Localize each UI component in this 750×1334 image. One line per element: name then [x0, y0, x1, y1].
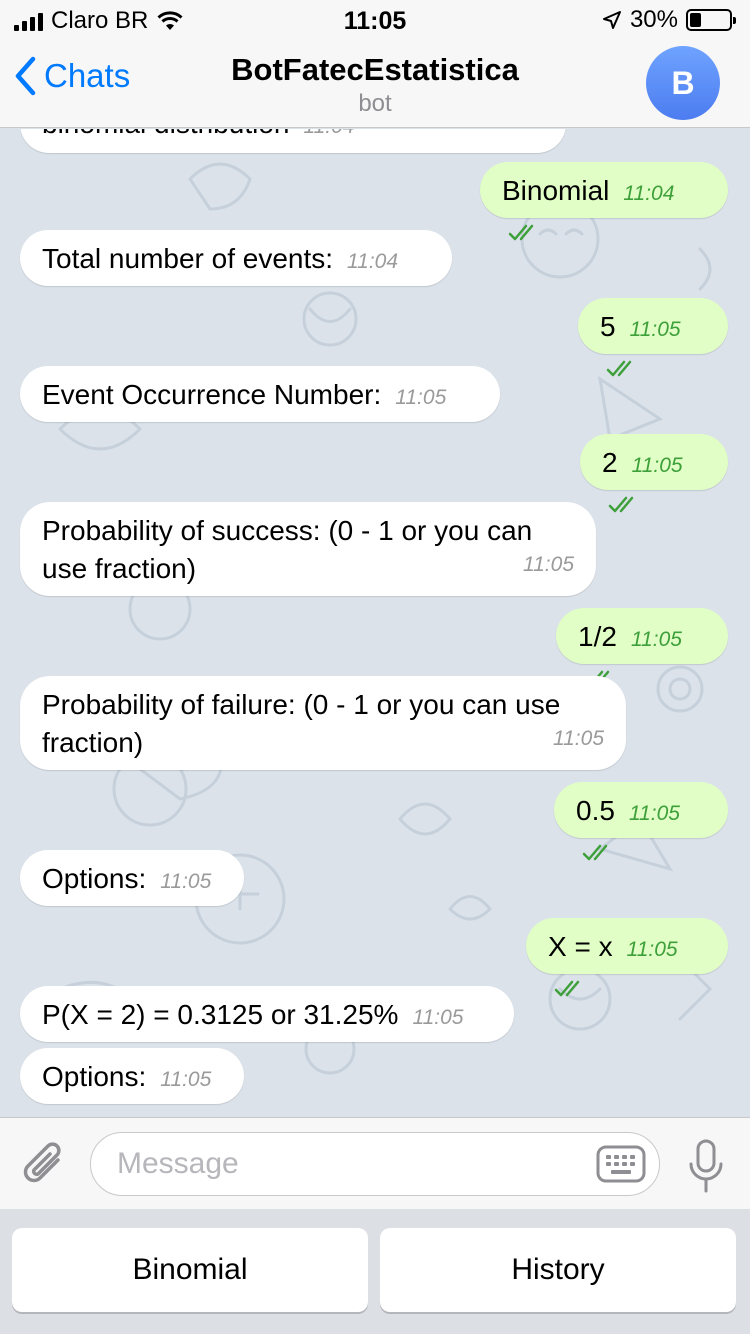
- message-text: Options:: [42, 863, 147, 894]
- nav-bar: Chats BotFatecEstatistica bot B: [0, 40, 750, 128]
- message-time: 11:04: [303, 129, 354, 138]
- message-time: 11:05: [160, 870, 212, 893]
- message-text-line2: use fraction): [42, 553, 197, 584]
- message-text: 5: [600, 311, 616, 342]
- message-text: Binomial: [502, 175, 610, 206]
- message-input-field[interactable]: [90, 1132, 660, 1196]
- location-arrow-icon: [602, 11, 621, 29]
- message-time: 11:05: [412, 1006, 464, 1029]
- double-check-icon: [508, 224, 534, 241]
- message-time: 11:05: [523, 553, 574, 576]
- message-incoming[interactable]: P(X = 2) = 0.3125 or 31.25% 11:05: [20, 986, 514, 1042]
- message-time: 11:05: [395, 386, 447, 409]
- message-incoming[interactable]: Options: 11:05: [20, 1048, 244, 1104]
- message-incoming[interactable]: Probability of success: (0 - 1 or you ca…: [20, 502, 596, 596]
- microphone-icon[interactable]: [688, 1138, 724, 1194]
- message-text: P(X = 2) = 0.3125 or 31.25%: [42, 999, 399, 1030]
- chat-subtitle: bot: [358, 90, 392, 117]
- message-time: 11:05: [553, 727, 604, 750]
- double-check-icon: [606, 360, 632, 377]
- message-text: Event Occurrence Number:: [42, 379, 382, 410]
- message-incoming[interactable]: Total number of events: 11:04: [20, 230, 452, 286]
- status-bar: Claro BR 11:05 30%: [0, 0, 750, 40]
- message-text: Total number of events:: [42, 243, 334, 274]
- message-outgoing[interactable]: Binomial 11:04: [480, 162, 728, 241]
- message-time: 11:05: [160, 1068, 212, 1091]
- message-text: binomial distribution: [42, 129, 289, 139]
- message-text-line1: Probability of success: (0 - 1 or you ca…: [42, 515, 533, 546]
- message-input[interactable]: [117, 1147, 577, 1181]
- message-time: 11:05: [629, 318, 681, 341]
- message-time: 11:05: [630, 628, 682, 651]
- double-check-icon: [608, 496, 634, 513]
- battery-percent: 30%: [629, 6, 678, 33]
- double-check-icon: [554, 980, 580, 997]
- message-outgoing[interactable]: X = x 11:05: [526, 918, 728, 997]
- message-incoming[interactable]: Probability of failure: (0 - 1 or you ca…: [20, 676, 626, 770]
- avatar[interactable]: B: [646, 46, 720, 120]
- message-time: 11:05: [628, 802, 680, 825]
- message-text: 0.5: [576, 795, 615, 826]
- keyboard-button-history[interactable]: History: [380, 1228, 736, 1312]
- bot-reply-keyboard: Binomial History: [0, 1209, 750, 1334]
- message-outgoing[interactable]: 1/2 11:05: [556, 608, 728, 687]
- message-time: 11:05: [626, 938, 678, 961]
- message-text: X = x: [548, 931, 613, 962]
- message-text-line2: fraction): [42, 727, 144, 758]
- message-incoming[interactable]: binomial distribution 11:04: [20, 129, 566, 153]
- message-outgoing[interactable]: 5 11:05: [578, 298, 728, 377]
- chat-title[interactable]: BotFatecEstatistica: [0, 52, 750, 88]
- message-time: 11:04: [623, 182, 675, 205]
- battery-icon: [686, 9, 736, 31]
- paperclip-icon[interactable]: [22, 1138, 68, 1190]
- message-outgoing[interactable]: 2 11:05: [580, 434, 728, 513]
- message-time: 11:05: [631, 454, 683, 477]
- message-outgoing[interactable]: 0.5 11:05: [554, 782, 728, 861]
- message-incoming[interactable]: Options: 11:05: [20, 850, 244, 906]
- message-text: 2: [602, 447, 618, 478]
- keyboard-button-binomial[interactable]: Binomial: [12, 1228, 368, 1312]
- message-text: Options:: [42, 1061, 147, 1092]
- message-text: 1/2: [578, 621, 617, 652]
- input-bar: [0, 1117, 750, 1209]
- bot-keyboard-icon[interactable]: [595, 1144, 647, 1184]
- status-right: 30%: [602, 6, 736, 34]
- chat-area[interactable]: binomial distribution 11:04 Binomial 11:04…: [0, 129, 750, 1117]
- message-text-line1: Probability of failure: (0 - 1 or you ca…: [42, 689, 561, 720]
- message-incoming[interactable]: Event Occurrence Number: 11:05: [20, 366, 500, 422]
- message-time: 11:04: [347, 250, 399, 273]
- double-check-icon: [582, 844, 608, 861]
